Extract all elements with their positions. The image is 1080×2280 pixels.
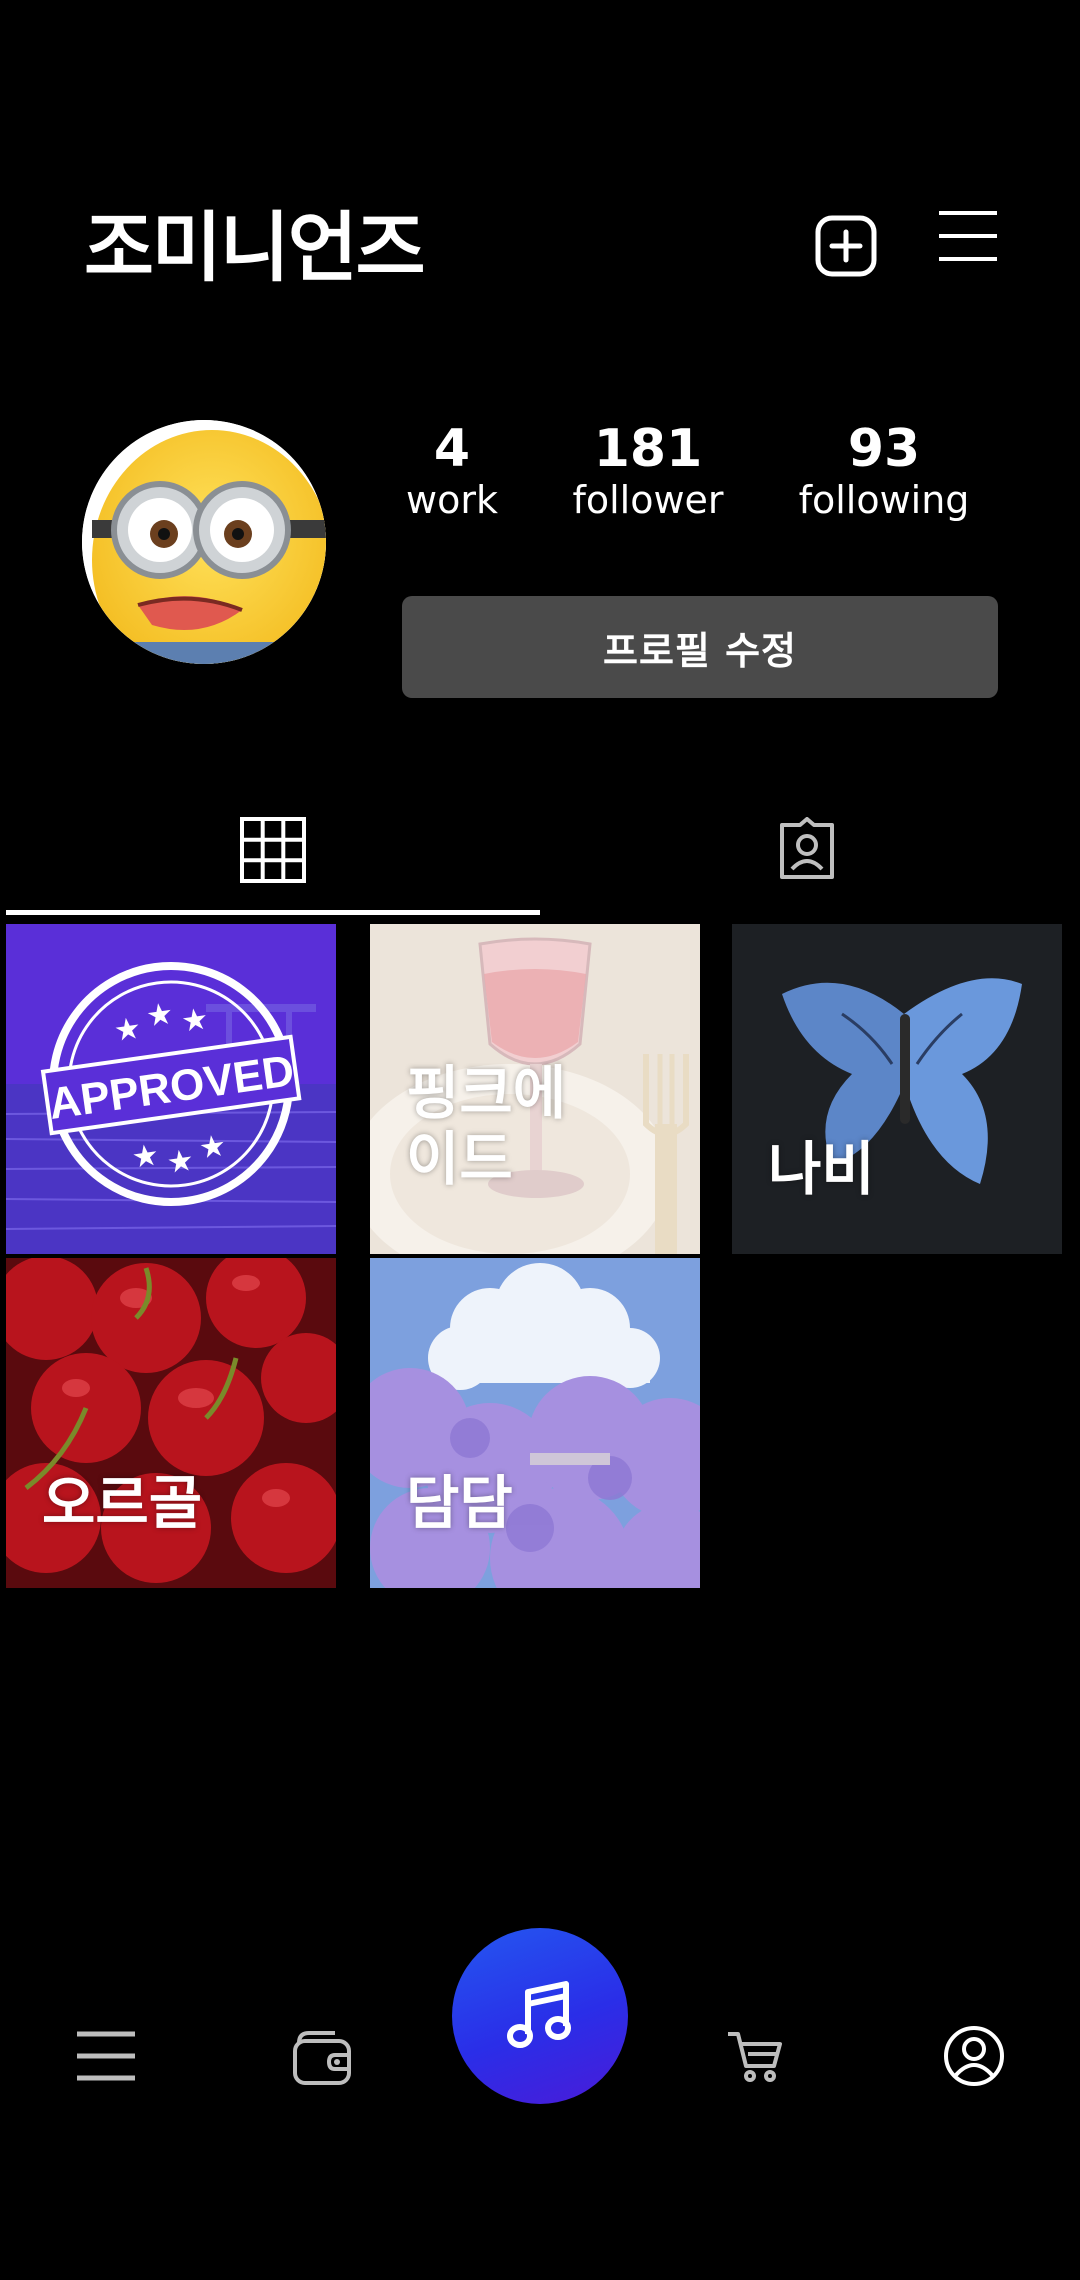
wallet-icon	[293, 2031, 351, 2085]
stat-followers[interactable]: 181 follower	[548, 420, 748, 522]
plus-square-icon[interactable]	[808, 208, 884, 284]
stat-label: following	[798, 478, 970, 522]
svg-text:★: ★	[112, 1011, 144, 1049]
edit-profile-button[interactable]: 프로필 수정	[402, 596, 998, 698]
stat-value: 4	[433, 419, 471, 479]
stat-value: 181	[593, 419, 703, 479]
active-tab-indicator	[6, 910, 540, 915]
work-tile[interactable]: 나비	[732, 924, 1062, 1254]
work-title: 오르골	[42, 1469, 203, 1537]
stat-label: work	[406, 478, 498, 522]
svg-text:★: ★	[144, 996, 176, 1034]
work-title: 담담	[406, 1469, 513, 1537]
music-note-icon	[507, 1981, 571, 2048]
stat-label: follower	[572, 478, 724, 522]
nav-list[interactable]	[56, 2016, 156, 2096]
cherries-image	[6, 1258, 336, 1588]
jacaranda-sky-image	[370, 1258, 700, 1588]
work-tile[interactable]: ★ ★ ★ ★ ★ ★ APPROVED	[6, 924, 336, 1254]
nav-wallet[interactable]	[272, 2016, 372, 2096]
blue-butterfly-image	[732, 924, 1062, 1254]
nav-cart[interactable]	[706, 2016, 806, 2096]
avatar[interactable]	[82, 420, 326, 664]
stat-works[interactable]: 4 work	[352, 420, 552, 522]
user-circle-icon	[944, 2026, 1004, 2086]
list-icon	[77, 2031, 135, 2081]
grid-icon	[240, 817, 306, 883]
music-button[interactable]	[452, 1928, 628, 2104]
approved-stamp-image: ★ ★ ★ ★ ★ ★ APPROVED	[6, 924, 336, 1254]
svg-text:★: ★	[179, 1001, 211, 1039]
profile-username: 조미니언즈	[84, 203, 426, 292]
tab-tagged[interactable]	[540, 800, 1074, 900]
tab-grid[interactable]	[6, 800, 540, 900]
stat-value: 93	[847, 419, 921, 479]
work-tile[interactable]: 핑크에 이드	[370, 924, 700, 1254]
cart-icon	[728, 2032, 782, 2082]
nav-profile[interactable]	[924, 2016, 1024, 2096]
work-tile[interactable]: 담담	[370, 1258, 700, 1588]
work-tile[interactable]: 오르골	[6, 1258, 336, 1588]
svg-text:★: ★	[197, 1128, 229, 1166]
tagged-user-icon	[780, 817, 834, 879]
stat-following[interactable]: 93 following	[784, 420, 984, 522]
svg-text:★: ★	[130, 1138, 162, 1176]
work-title: 핑크에 이드	[406, 1059, 567, 1193]
work-title: 나비	[768, 1135, 875, 1203]
svg-text:★: ★	[165, 1143, 197, 1181]
hamburger-icon[interactable]	[930, 206, 1006, 266]
